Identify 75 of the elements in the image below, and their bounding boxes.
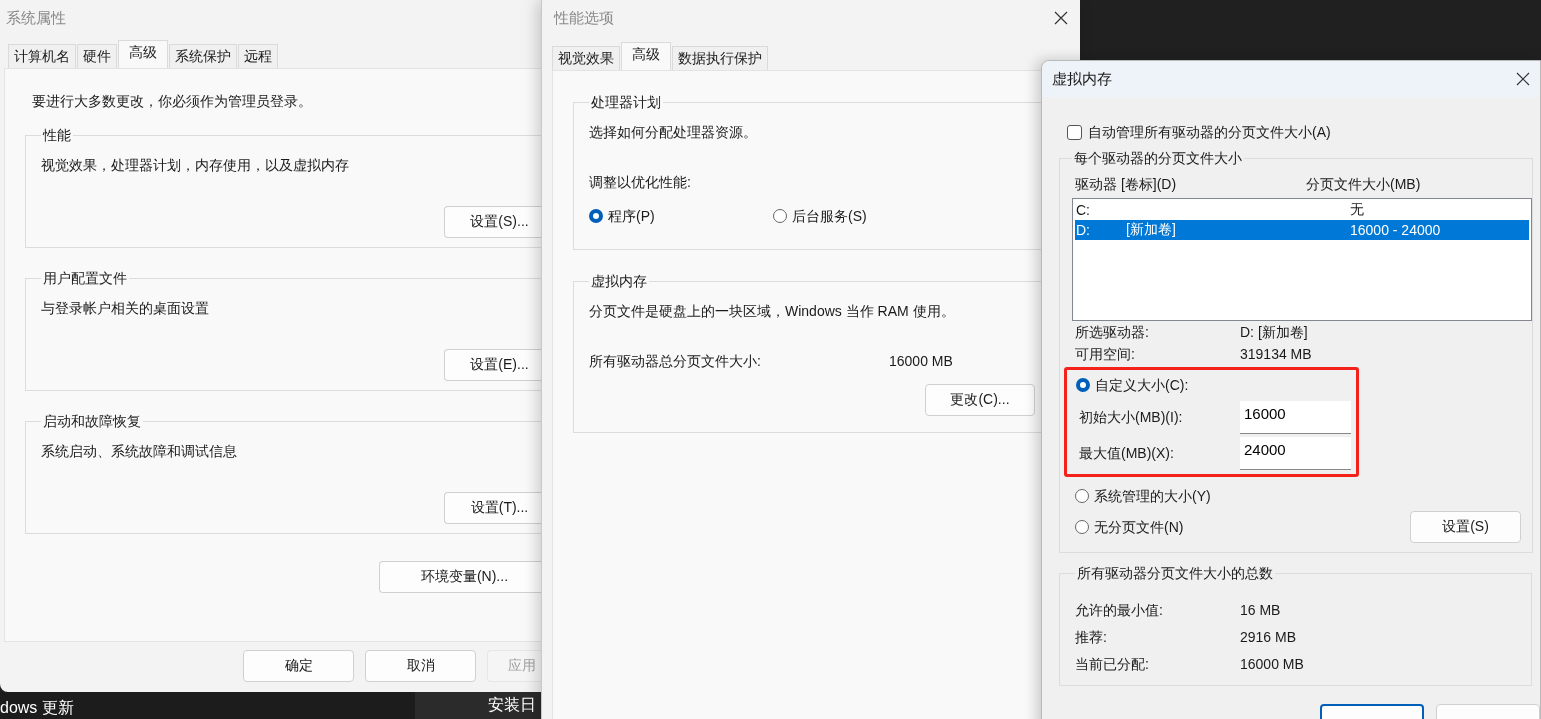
environment-variables-button[interactable]: 环境变量(N)... xyxy=(379,561,541,593)
total-value: 2916 MB xyxy=(1240,627,1297,646)
option-label: 无分页文件(N) xyxy=(1094,518,1184,536)
group-description: 分页文件是硬盘上的一块区域，Windows 当作 RAM 使用。 xyxy=(589,302,956,320)
window-title: 性能选项 xyxy=(554,8,614,28)
group-description: 系统启动、系统故障和调试信息 xyxy=(41,442,238,460)
total-label: 允许的最小值: xyxy=(1075,600,1164,619)
group-description: 选择如何分配处理器资源。 xyxy=(589,123,758,141)
drive-letter: C: xyxy=(1076,202,1091,218)
total-value: 16000 MB xyxy=(889,352,953,370)
size-field[interactable]: 24000 xyxy=(1240,437,1351,470)
size-field[interactable]: 16000 xyxy=(1240,401,1351,434)
taskbar-text: dows 更新 xyxy=(0,698,74,718)
group-title: 性能 xyxy=(41,126,72,144)
option-label: 程序(P) xyxy=(608,207,655,225)
column-header: 分页文件大小(MB) xyxy=(1306,175,1421,193)
option-label: 系统管理的大小(Y) xyxy=(1094,487,1211,505)
close-icon[interactable] xyxy=(1516,72,1530,86)
info-value: 319134 MB xyxy=(1240,345,1312,363)
field-label: 最大值(MB)(X): xyxy=(1078,444,1175,463)
drive-row[interactable]: D: [新加卷] 16000 - 24000 xyxy=(1075,220,1529,240)
checkbox-label: 自动管理所有驱动器的分页文件大小(A) xyxy=(1088,123,1331,141)
group-title: 启动和故障恢复 xyxy=(42,412,142,430)
settings-button[interactable]: 设置(E)... xyxy=(444,349,541,381)
dialog-button[interactable]: 确定 xyxy=(243,650,354,682)
tab[interactable]: 视觉效果 xyxy=(552,46,620,70)
total-label: 所有驱动器总分页文件大小: xyxy=(589,352,762,370)
tab[interactable]: 远程 xyxy=(238,44,278,68)
page-file-size: 16000 - 24000 xyxy=(1350,222,1441,238)
set-button[interactable]: 设置(S) xyxy=(1410,511,1521,543)
settings-button[interactable]: 设置(S)... xyxy=(444,206,541,238)
radio-button[interactable] xyxy=(1075,520,1089,534)
change-button[interactable]: 更改(C)... xyxy=(925,384,1035,416)
prompt-label: 调整以优化性能: xyxy=(589,173,692,191)
info-label: 所选驱动器: xyxy=(1075,323,1150,341)
window-title: 虚拟内存 xyxy=(1052,69,1112,89)
option-label: 后台服务(S) xyxy=(792,207,867,225)
info-value: D: [新加卷] xyxy=(1240,323,1308,341)
group-title: 所有驱动器分页文件大小的总数 xyxy=(1076,564,1274,582)
group-title: 用户配置文件 xyxy=(42,269,128,287)
radio-button[interactable] xyxy=(773,209,787,223)
radio-button[interactable] xyxy=(589,209,603,223)
total-label: 当前已分配: xyxy=(1075,654,1150,673)
total-value: 16000 MB xyxy=(1240,654,1304,673)
drive-row[interactable]: C: 无 xyxy=(1075,200,1529,220)
taskbar-text: 安装日 xyxy=(488,695,536,715)
info-label: 可用空间: xyxy=(1075,345,1136,363)
checkbox[interactable] xyxy=(1067,124,1082,140)
page-file-size: 无 xyxy=(1350,201,1364,219)
tab[interactable]: 高级 xyxy=(621,42,671,70)
settings-button[interactable]: 设置(T)... xyxy=(444,492,541,524)
group-title: 每个驱动器的分页文件大小 xyxy=(1073,149,1243,167)
total-value: 16 MB xyxy=(1240,600,1281,619)
admin-note: 要进行大多数更改，你必须作为管理员登录。 xyxy=(32,92,312,110)
group-title: 虚拟内存 xyxy=(590,272,648,290)
group-description: 与登录帐户相关的桌面设置 xyxy=(41,299,210,317)
group-title: 处理器计划 xyxy=(590,93,662,111)
tab[interactable]: 数据执行保护 xyxy=(672,46,768,70)
drive-letter: D: xyxy=(1076,222,1091,238)
tab[interactable]: 计算机名 xyxy=(8,44,76,68)
tab[interactable]: 系统保护 xyxy=(169,44,237,68)
window-title: 系统属性 xyxy=(6,8,66,28)
column-header: 驱动器 [卷标](D) xyxy=(1075,175,1178,193)
volume-label: [新加卷] xyxy=(1126,221,1177,239)
tab[interactable]: 高级 xyxy=(118,40,168,68)
radio-button[interactable] xyxy=(1076,378,1090,392)
option-label: 自定义大小(C): xyxy=(1095,376,1189,394)
tab[interactable]: 硬件 xyxy=(77,44,117,68)
total-label: 推荐: xyxy=(1075,627,1108,646)
group-description: 视觉效果，处理器计划，内存使用，以及虚拟内存 xyxy=(41,156,350,174)
drive-list[interactable]: C: 无 D: [新加卷] 16000 - 24000 xyxy=(1072,198,1532,321)
close-icon[interactable] xyxy=(1054,11,1068,25)
field-label: 初始大小(MB)(I): xyxy=(1078,408,1184,427)
radio-button[interactable] xyxy=(1075,489,1089,503)
dialog-button[interactable]: 取消 xyxy=(365,650,476,682)
